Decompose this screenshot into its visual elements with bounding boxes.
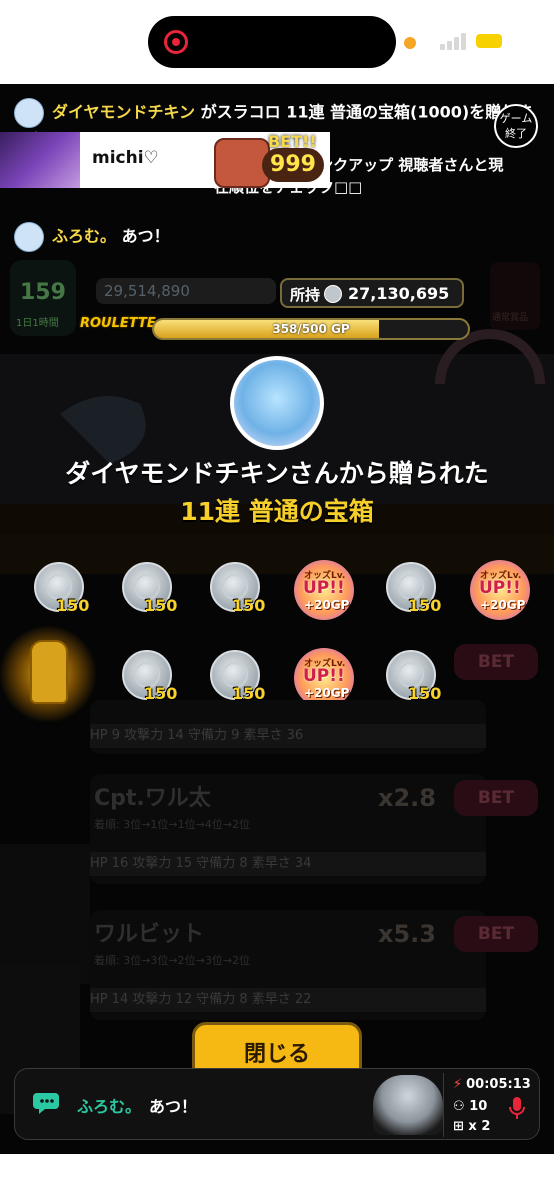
dynamic-island — [148, 16, 396, 68]
bet-button[interactable]: BET — [454, 644, 538, 680]
bet-amount: 999 — [262, 148, 324, 182]
chat-text: あつ！ — [149, 1097, 198, 1116]
holdings-label: 所持 — [290, 286, 321, 304]
dim-holdings: 29,514,890 — [96, 278, 276, 304]
chat-avatar — [14, 98, 44, 128]
coin-amount: 150 — [56, 596, 90, 615]
racer-card: Cpt.ワル太 x2.8 着順: 3位→1位→1位→4位→2位 HP 16 攻撃… — [90, 774, 486, 884]
holdings-value: 27,130,695 — [348, 284, 450, 303]
racer-stats: HP 14 攻撃力 12 守備力 8 素早さ 22 — [90, 988, 486, 1012]
bet-button[interactable]: BET — [454, 916, 538, 952]
status-time: 22:46 — [50, 28, 126, 53]
odds-bottom-text: +20GP — [480, 598, 526, 612]
bolt-icon: ⚡ — [453, 1077, 463, 1092]
coin-amount: 150 — [144, 596, 178, 615]
gift-value: x 2 — [468, 1119, 491, 1134]
timer-value: 00:05:13 — [466, 1077, 531, 1092]
coin-amount: 150 — [232, 596, 266, 615]
chat-username: ダイヤモンドチキン — [52, 102, 196, 122]
gift-icon: ⊞ — [453, 1119, 469, 1134]
racer-name: ワルビット — [94, 922, 205, 947]
gift-subtitle: 11連 普通の宝箱 — [180, 497, 374, 526]
bettor-name: michi♡ — [92, 148, 159, 168]
chat-username: ふろむ。 — [52, 226, 117, 246]
roulette-logo: ROULETTE — [80, 316, 156, 331]
odds-up-icon: オッズLv. UP!! +20GP — [294, 560, 354, 620]
racer-stats: HP 9 攻撃力 14 守備力 9 素早さ 36 — [90, 724, 486, 748]
racer-name: Cpt.ワル太 — [94, 786, 211, 811]
racer-history: 着順: 3位→1位→1位→4位→2位 — [94, 818, 251, 831]
holdings-box: 所持 27,130,695 — [280, 278, 464, 308]
bettor-avatar — [0, 132, 80, 188]
viewer-value: 10 — [469, 1099, 488, 1114]
end-game-button[interactable]: ゲーム終了 — [494, 104, 538, 148]
coin-amount: 150 — [408, 596, 442, 615]
streamer-avatar[interactable] — [373, 1075, 443, 1135]
chat-avatar — [14, 222, 44, 252]
privacy-indicator-icon — [404, 37, 416, 49]
chat-message: ふろむ。 あつ！ — [14, 222, 534, 252]
bet-button[interactable]: BET — [454, 780, 538, 816]
rank-badge: 159 1日1時間 — [10, 260, 76, 336]
stream-timer: ⚡ 00:05:13 — [453, 1077, 531, 1092]
viewer-count: ⚇ 10 — [453, 1099, 487, 1114]
gp-progress-text: 358/500 GP — [272, 322, 350, 336]
microphone-icon[interactable] — [509, 1097, 525, 1119]
home-indicator-area — [0, 1154, 554, 1200]
odds-up-reward: オッズLv. UP!! +20GP — [470, 560, 530, 622]
chat-bubble-icon[interactable] — [33, 1089, 63, 1117]
odds-up-reward: オッズLv. UP!! +20GP — [294, 560, 354, 622]
racer-odds: x5.3 — [378, 920, 436, 948]
divider — [443, 1073, 444, 1137]
coin-reward: 150 — [30, 560, 90, 622]
rank-value: 159 — [20, 280, 66, 305]
coin-reward: 150 — [206, 560, 266, 622]
coin-reward: 150 — [118, 560, 178, 622]
odds-mid-text: UP!! — [303, 578, 345, 598]
racer-card: ワルビット x5.3 着順: 3位→3位→2位→3位→2位 HP 14 攻撃力 … — [90, 910, 486, 1020]
racer-card: HP 9 攻撃力 14 守備力 9 素早さ 36 — [90, 700, 486, 754]
person-icon: ⚇ — [453, 1099, 470, 1114]
coin-icon — [324, 285, 342, 303]
signal-icon — [440, 32, 468, 50]
bet-notification: michi♡ BET!! 999 — [0, 132, 330, 188]
racer-stats: HP 16 攻撃力 15 守備力 8 素早さ 34 — [90, 852, 486, 876]
coin-reward: 150 — [382, 560, 442, 622]
live-chat-bar: ふろむ。 あつ！ ⚡ 00:05:13 ⚇ 10 ⊞ x 2 — [14, 1068, 540, 1140]
gift-count: ⊞ x 2 — [453, 1119, 490, 1134]
odds-mid-text: UP!! — [303, 666, 345, 686]
odds-bottom-text: +20GP — [304, 598, 350, 612]
game-screen: ダイヤモンドチキン がスラコロ 11連 普通の宝箱(1000)を贈りました ゲー… — [0, 84, 554, 1154]
odds-up-icon: オッズLv. UP!! +20GP — [470, 560, 530, 620]
chat-text: あつ！ — [121, 226, 170, 246]
gift-title: ダイヤモンドチキンさんから贈られた — [65, 459, 489, 488]
odds-bottom-text: +20GP — [304, 686, 350, 700]
odds-up-icon: オッズLv. UP!! +20GP — [294, 648, 354, 708]
racer-odds: x2.8 — [378, 784, 436, 812]
record-indicator-icon — [164, 30, 188, 54]
rank-caption: 1日1時間 — [16, 318, 59, 329]
prize-label: 通常賞品 — [492, 313, 529, 323]
gifter-avatar — [230, 356, 324, 450]
battery-icon — [476, 34, 502, 48]
odds-mid-text: UP!! — [479, 578, 521, 598]
prize-button[interactable]: 通常賞品 — [490, 262, 540, 330]
chat-username: ふろむ。 — [77, 1097, 142, 1116]
gp-progress-bar: 358/500 GP — [152, 318, 470, 340]
status-bar: 22:46 — [0, 0, 554, 84]
racer-history: 着順: 3位→3位→2位→3位→2位 — [94, 954, 251, 967]
